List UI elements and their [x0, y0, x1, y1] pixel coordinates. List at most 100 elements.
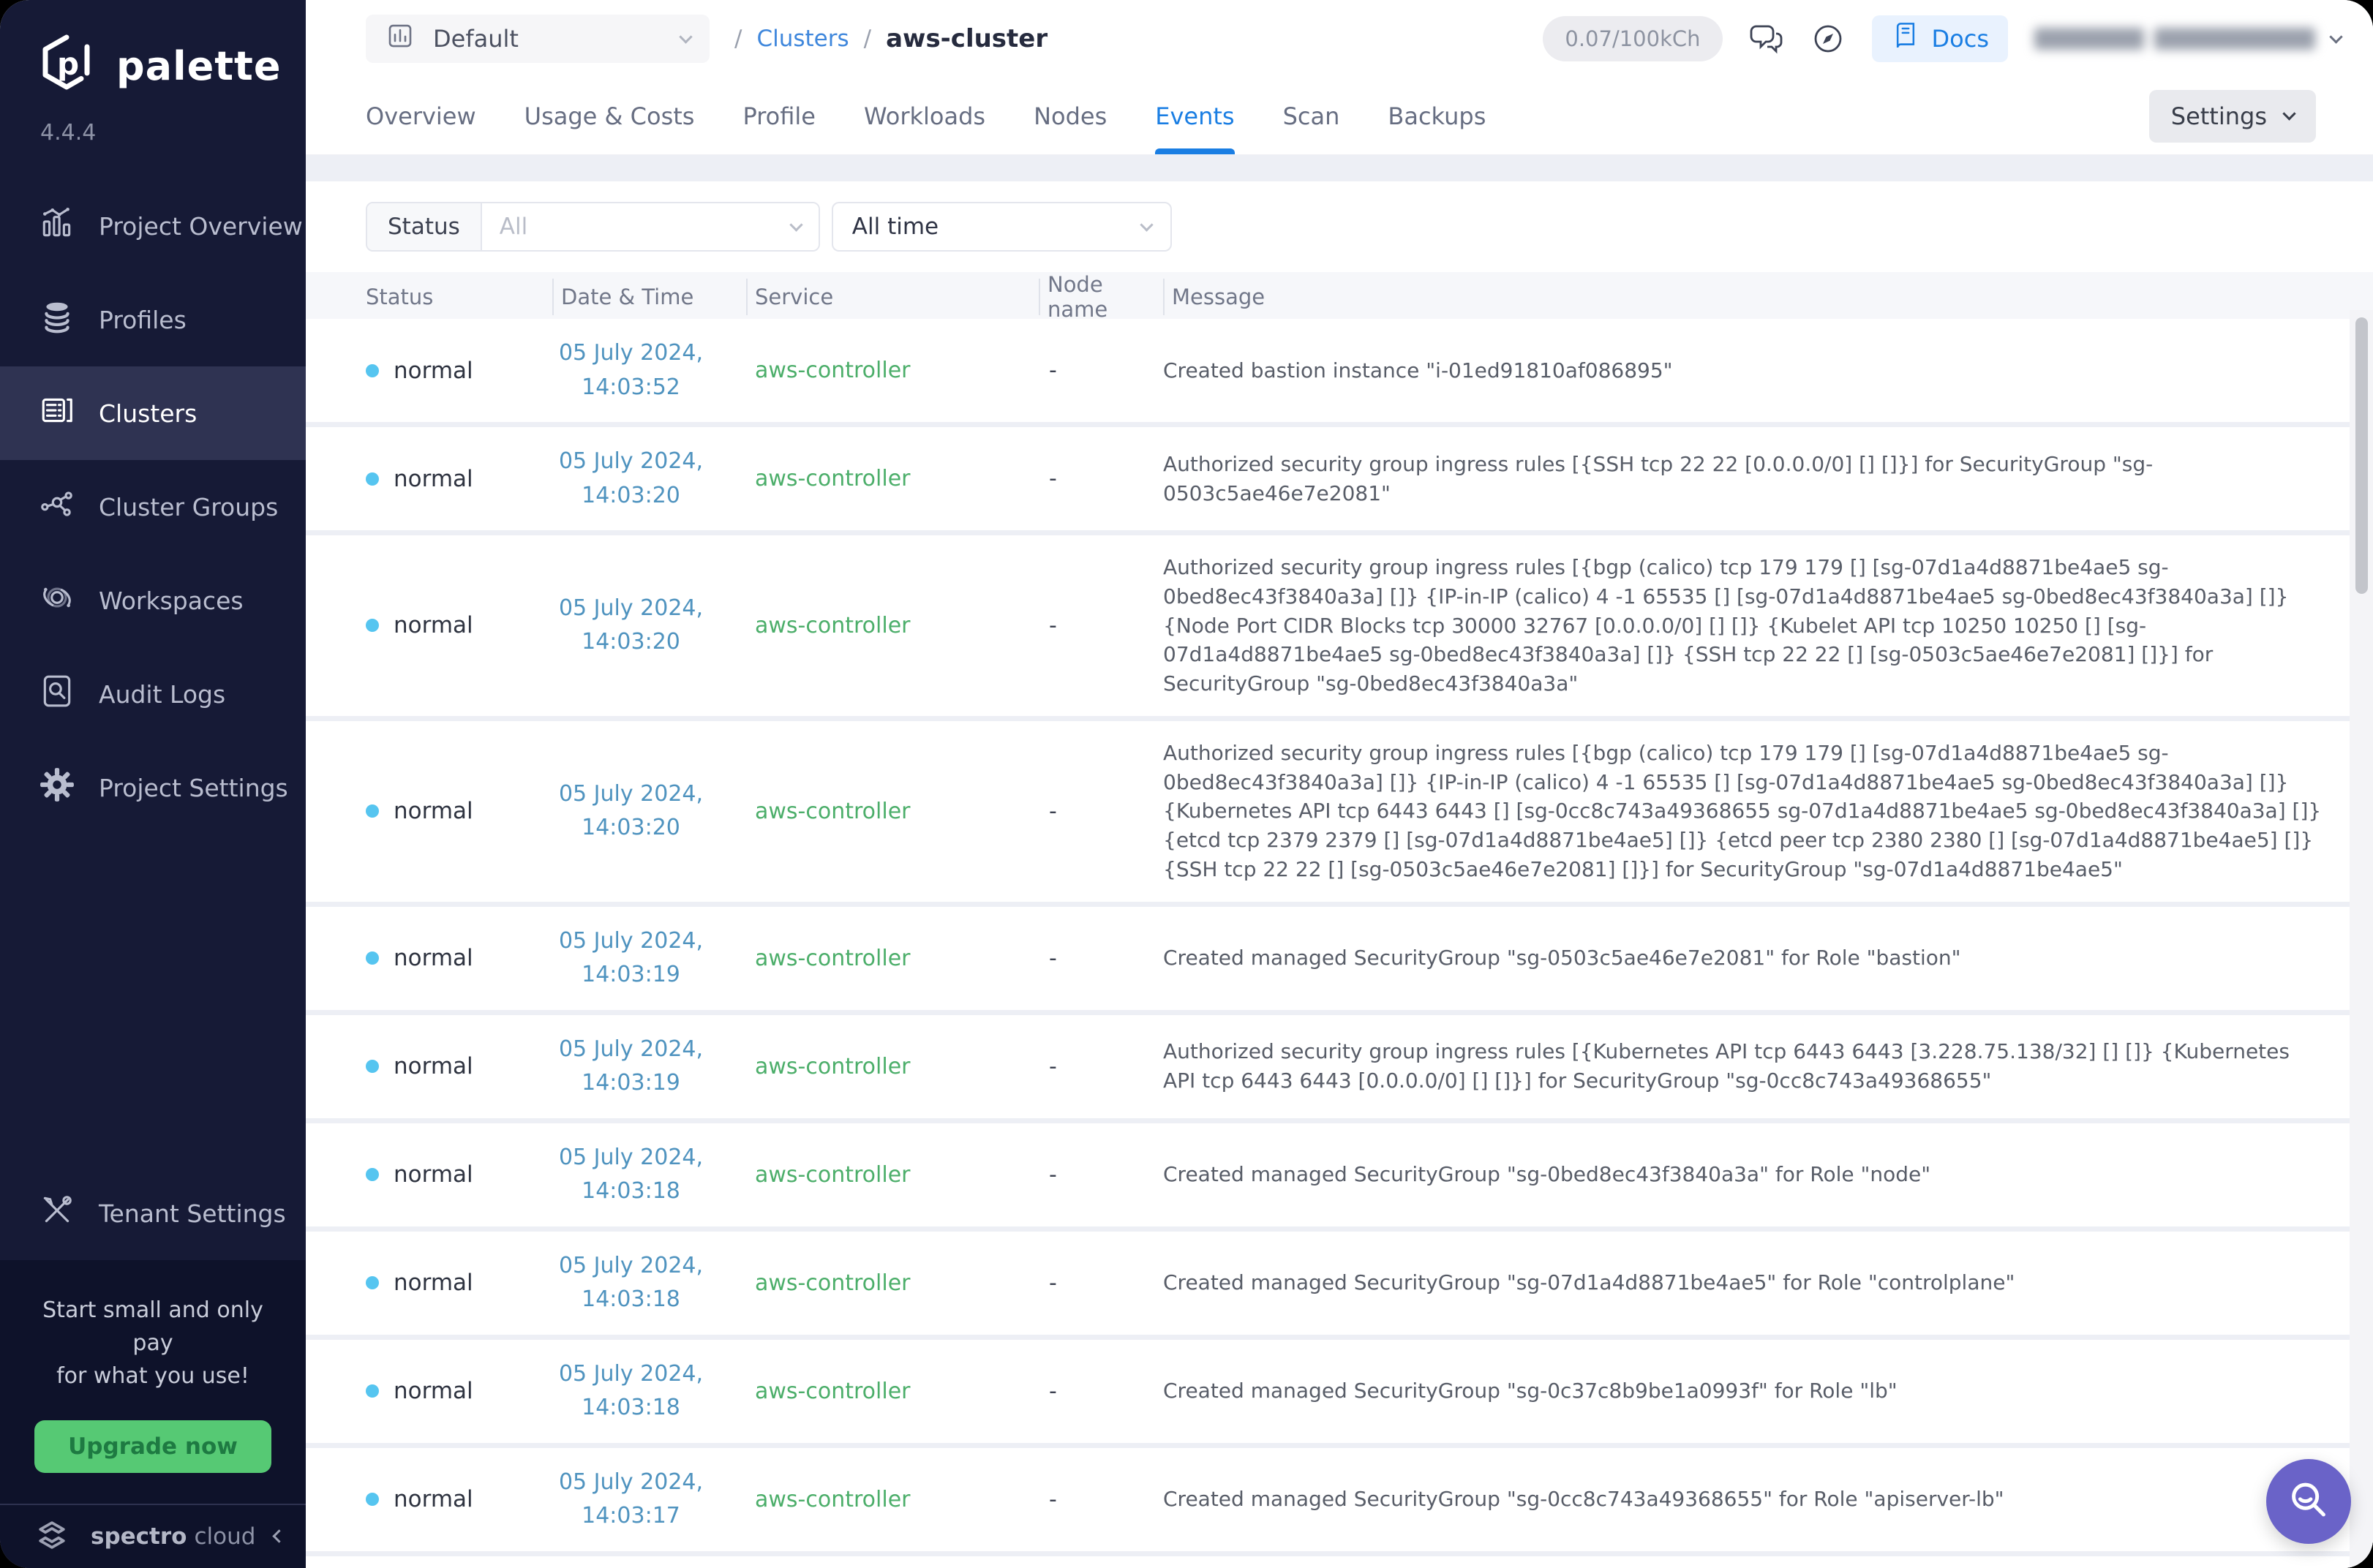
upgrade-promo: Start small and only pay for what you us… — [0, 1260, 306, 1504]
column-header-date-time: Date & Time — [552, 272, 746, 322]
status-text: normal — [394, 358, 473, 384]
user-menu[interactable] — [2034, 28, 2341, 50]
table-row: normal05 July 2024, 14:03:20aws-controll… — [306, 422, 2373, 530]
workspaces-icon — [39, 579, 75, 622]
event-node-name: - — [1039, 1162, 1163, 1188]
palette-logo-icon: p — [40, 34, 99, 98]
tab-usage-costs[interactable]: Usage & Costs — [524, 78, 695, 154]
table-row: normal05 July 2024, 14:03:20aws-controll… — [306, 716, 2373, 902]
sidebar-item-label: Audit Logs — [99, 680, 225, 709]
event-node-name: - — [1039, 358, 1163, 383]
event-status: normal — [366, 612, 552, 638]
event-datetime: 05 July 2024, 14:03:20 — [552, 777, 746, 845]
time-range-select[interactable]: All time — [832, 202, 1172, 252]
breadcrumb-link-clusters[interactable]: Clusters — [756, 26, 849, 52]
sidebar-item-tenant-settings[interactable]: Tenant Settings — [0, 1166, 306, 1260]
event-status: normal — [366, 798, 552, 824]
feedback-chat-button[interactable] — [1749, 21, 1784, 56]
event-service: aws-controller — [746, 1379, 1039, 1404]
spectro-cloud-logo-icon — [32, 1515, 72, 1558]
logo-text: palette — [116, 43, 281, 89]
event-datetime: 05 July 2024, 14:03:18 — [552, 1249, 746, 1317]
sidebar-item-label: Clusters — [99, 399, 197, 428]
status-filter-value: All — [500, 214, 527, 240]
event-datetime: 05 July 2024, 14:03:20 — [552, 592, 746, 660]
event-service: aws-controller — [746, 799, 1039, 824]
chevron-down-icon — [789, 218, 802, 231]
event-service: aws-controller — [746, 946, 1039, 971]
tab-backups[interactable]: Backups — [1388, 78, 1486, 154]
brand-name: spectro cloud — [91, 1523, 255, 1550]
upgrade-now-button[interactable]: Upgrade now — [34, 1420, 271, 1473]
breadcrumb: / Clusters / aws-cluster — [734, 24, 1048, 53]
project-select-value: Default — [433, 25, 519, 53]
logo-block: p palette 4.4.4 — [0, 0, 306, 146]
sidebar-item-cluster-groups[interactable]: Cluster Groups — [0, 460, 306, 554]
sidebar-collapse-button[interactable] — [274, 1530, 284, 1544]
event-message: Authorized security group ingress rules … — [1163, 1037, 2322, 1096]
event-node-name: - — [1039, 1379, 1163, 1404]
event-datetime: 05 July 2024, 14:03:17 — [552, 1466, 746, 1534]
table-row: normal05 July 2024, 14:03:18aws-controll… — [306, 1118, 2373, 1226]
tab-profile[interactable]: Profile — [742, 78, 816, 154]
column-header-message: Message — [1163, 272, 2373, 322]
event-status: normal — [366, 1053, 552, 1079]
tab-workloads[interactable]: Workloads — [864, 78, 985, 154]
promo-text: Start small and only pay for what you us… — [20, 1294, 285, 1392]
status-text: normal — [394, 1161, 473, 1188]
event-service: aws-controller — [746, 358, 1039, 383]
event-datetime: 05 July 2024, 14:03:19 — [552, 1033, 746, 1101]
table-row: normal05 July 2024, 14:03:18aws-controll… — [306, 1226, 2373, 1335]
sidebar-item-profiles[interactable]: Profiles — [0, 273, 306, 366]
status-dot — [366, 1168, 379, 1181]
sidebar-item-label: Tenant Settings — [99, 1199, 286, 1228]
event-message: Created managed SecurityGroup "sg-0503c5… — [1163, 943, 2322, 973]
event-message: Created managed SecurityGroup "sg-0bed8e… — [1163, 1160, 2322, 1189]
chat-bubbles-icon — [1749, 21, 1784, 56]
event-node-name: - — [1039, 1054, 1163, 1079]
status-dot — [366, 951, 379, 965]
app-window: p palette 4.4.4 Project OverviewProfiles… — [0, 0, 2373, 1568]
sidebar-item-project-settings[interactable]: Project Settings — [0, 741, 306, 834]
scrollbar-thumb[interactable] — [2355, 317, 2368, 594]
sidebar-item-label: Project Overview — [99, 212, 303, 241]
docs-button[interactable]: Docs — [1872, 15, 2008, 62]
sidebar-item-label: Workspaces — [99, 587, 244, 615]
status-dot — [366, 364, 379, 377]
status-text: normal — [394, 466, 473, 492]
event-node-name: - — [1039, 466, 1163, 491]
column-header-service: Service — [746, 272, 1039, 322]
cluster-groups-icon — [39, 486, 75, 528]
table-row: normal05 July 2024, 14:03:20aws-controll… — [306, 530, 2373, 716]
table-row: normal05 July 2024, 14:03:19aws-controll… — [306, 1010, 2373, 1118]
main-area: Default / Clusters / aws-cluster 0.07/10… — [306, 0, 2373, 1568]
status-filter-select[interactable]: All — [482, 203, 819, 250]
status-filter-label: Status — [367, 203, 482, 250]
chevron-down-icon — [2282, 107, 2295, 120]
event-node-name: - — [1039, 613, 1163, 638]
sidebar-item-clusters[interactable]: Clusters — [0, 366, 306, 460]
table-row: normal05 July 2024, 14:03:19aws-controll… — [306, 902, 2373, 1010]
tab-nodes[interactable]: Nodes — [1034, 78, 1107, 154]
event-status: normal — [366, 358, 552, 384]
project-settings-icon — [39, 766, 75, 809]
sidebar: p palette 4.4.4 Project Overview Profiles… — [0, 0, 306, 1568]
explore-compass-button[interactable] — [1810, 21, 1846, 56]
event-message: Authorized security group ingress rules … — [1163, 450, 2322, 508]
sidebar-item-audit-logs[interactable]: Audit Logs — [0, 647, 306, 741]
resource-center-fab[interactable] — [2266, 1459, 2351, 1544]
tab-overview[interactable]: Overview — [366, 78, 476, 154]
status-dot — [366, 1060, 379, 1073]
event-datetime: 05 July 2024, 14:03:52 — [552, 336, 746, 404]
event-message: Created managed SecurityGroup "sg-07d1a4… — [1163, 1268, 2322, 1297]
project-select[interactable]: Default — [366, 15, 710, 63]
tab-scan[interactable]: Scan — [1283, 78, 1340, 154]
event-message: Created bastion instance "i-01ed91810af0… — [1163, 356, 2322, 385]
sidebar-item-project-overview[interactable]: Project Overview — [0, 179, 306, 273]
sidebar-item-workspaces[interactable]: Workspaces — [0, 554, 306, 647]
event-datetime: 05 July 2024, 14:03:20 — [552, 445, 746, 513]
settings-button[interactable]: Settings — [2149, 90, 2316, 143]
table-row: normal05 July 2024, 14:03:18aws-controll… — [306, 1335, 2373, 1443]
tab-events[interactable]: Events — [1155, 78, 1234, 154]
event-status: normal — [366, 1161, 552, 1188]
